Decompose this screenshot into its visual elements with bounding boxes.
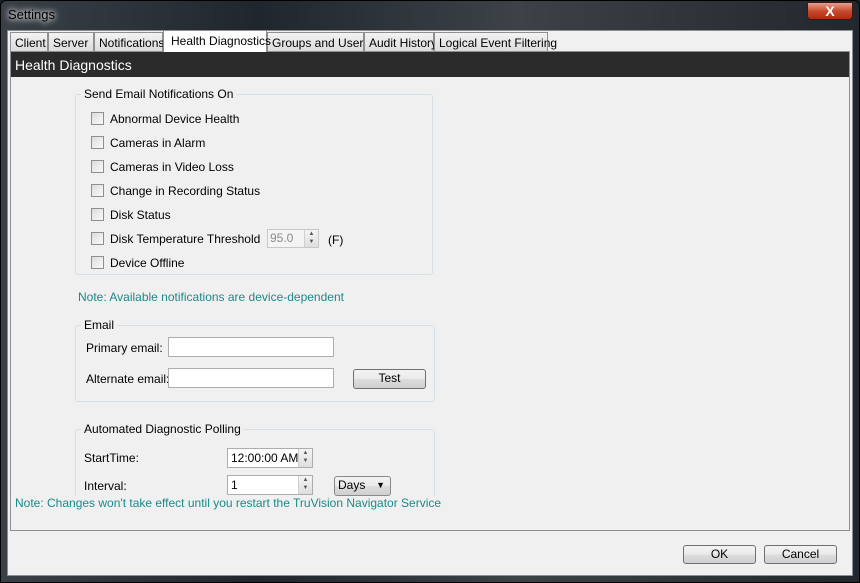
checkbox-label[interactable]: Cameras in Video Loss — [110, 160, 234, 174]
interval-value: 1 — [231, 478, 238, 492]
tab-logical-event-filtering[interactable]: Logical Event Filtering — [434, 32, 557, 51]
interval-stepper[interactable]: 1 ▲ ▼ — [227, 475, 313, 495]
test-button[interactable]: Test — [353, 369, 426, 389]
start-time-value: 12:00:00 AM — [231, 451, 299, 465]
temperature-unit: (F) — [328, 233, 344, 247]
ok-button[interactable]: OK — [683, 545, 756, 564]
checkbox-label[interactable]: Cameras in Alarm — [110, 136, 205, 150]
spin-arrows-icon[interactable]: ▲ ▼ — [304, 230, 318, 247]
tab-notifications[interactable]: Notifications — [94, 32, 164, 51]
start-time-label: StartTime: — [84, 451, 139, 465]
start-time-picker[interactable]: 12:00:00 AM ▲ ▼ — [227, 448, 313, 468]
checkbox[interactable] — [91, 256, 104, 269]
interval-label: Interval: — [84, 479, 127, 493]
checkbox-label[interactable]: Change in Recording Status — [110, 184, 260, 198]
checkbox-label[interactable]: Disk Status — [110, 208, 171, 222]
temperature-stepper[interactable]: 95.0 ▲ ▼ — [267, 229, 319, 248]
interval-unit-value: Days — [338, 478, 366, 492]
email-legend: Email — [81, 318, 118, 332]
close-icon: X — [825, 3, 835, 19]
tab-groups-and-users[interactable]: Groups and Users — [267, 32, 369, 51]
tab-health-diagnostics[interactable]: Health Diagnostics — [163, 30, 271, 52]
spin-arrows-icon[interactable]: ▲ ▼ — [298, 449, 312, 467]
checkbox-label[interactable]: Device Offline — [110, 256, 184, 270]
checkbox[interactable] — [91, 112, 104, 125]
primary-email-label: Primary email: — [86, 341, 163, 355]
alternate-email-label: Alternate email: — [86, 372, 170, 386]
checkbox[interactable] — [91, 208, 104, 221]
section-header: Health Diagnostics — [11, 52, 849, 77]
interval-unit-dropdown[interactable]: Days ▼ — [334, 476, 391, 496]
window-title: Settings — [8, 7, 55, 22]
temperature-value: 95.0 — [270, 231, 294, 245]
tab-audit-history[interactable]: Audit History — [364, 32, 437, 51]
checkbox[interactable] — [91, 160, 104, 173]
checkbox-label[interactable]: Disk Temperature Threshold — [110, 232, 260, 246]
tab-server[interactable]: Server — [48, 32, 94, 51]
polling-legend: Automated Diagnostic Polling — [81, 422, 244, 436]
close-button[interactable]: X — [807, 2, 853, 20]
chevron-down-icon: ▼ — [376, 480, 385, 490]
alternate-email-input[interactable] — [168, 368, 334, 388]
primary-email-input[interactable] — [168, 337, 334, 357]
tab-client[interactable]: Client — [10, 32, 48, 51]
cancel-button[interactable]: Cancel — [764, 545, 837, 564]
checkbox[interactable] — [91, 232, 104, 245]
notifications-legend: Send Email Notifications On — [81, 87, 237, 101]
spin-arrows-icon[interactable]: ▲ ▼ — [298, 476, 312, 494]
checkbox-label[interactable]: Abnormal Device Health — [110, 112, 239, 126]
checkbox[interactable] — [91, 136, 104, 149]
checkbox[interactable] — [91, 184, 104, 197]
note-devices: Note: Available notifications are device… — [78, 290, 344, 304]
note-restart: Note: Changes won't take effect until yo… — [15, 496, 442, 510]
